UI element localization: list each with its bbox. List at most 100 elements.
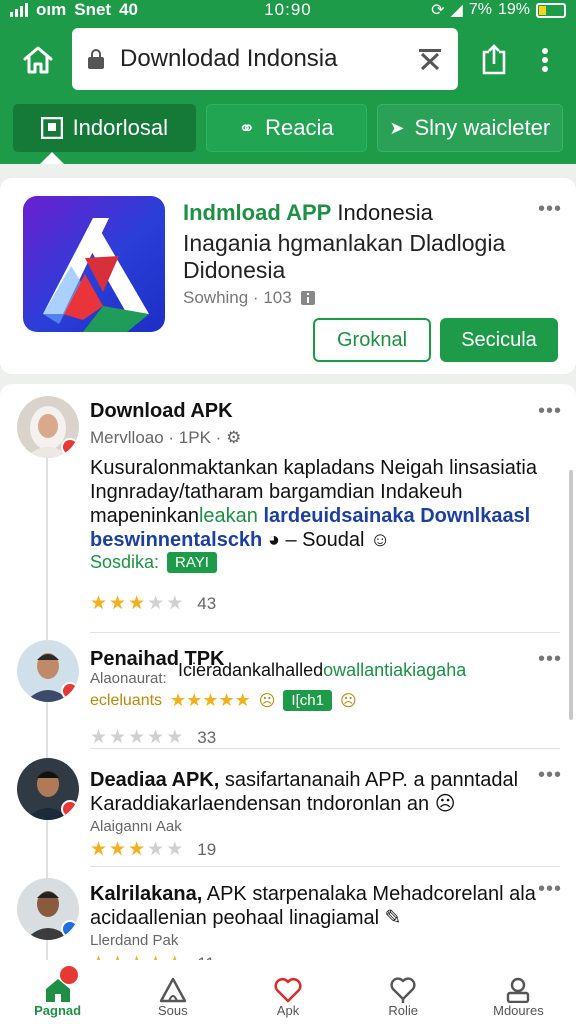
groknal-button[interactable]: Groknal — [313, 318, 431, 362]
app-subtitle: Inagania hgmanlakan Dladlogia Didonesia — [183, 230, 506, 283]
star-icon: ★ — [147, 839, 165, 860]
review-meta: Alaonaurat: — [90, 670, 167, 687]
nav-pagnad[interactable]: Pagnad — [0, 960, 115, 1024]
review-body: Kalrilakana, APK starpenalaka Mehadcorel… — [90, 883, 536, 929]
app-header: oım Snet 40 10:90 ⟳ ◢ 7% 19% Downlodad I… — [0, 0, 576, 164]
emoji-icon: ☹ — [434, 793, 456, 815]
inline-stars: ★★★★★ — [170, 690, 251, 710]
bottom-nav: Pagnad Sous Apk Rolie Mdoures — [0, 960, 576, 1024]
tag-chip[interactable]: RAYI — [167, 552, 217, 573]
emoji-icon: ☹ — [339, 692, 357, 710]
star-icon: ★ — [109, 727, 127, 748]
battery-icon — [536, 2, 566, 18]
tab-pointer — [40, 152, 64, 164]
star-icon: ★ — [166, 727, 184, 748]
star-icon: ★ — [166, 839, 184, 860]
clear-icon[interactable] — [416, 45, 444, 73]
star-rating: ★ ★ ★ ★ ★ 19 — [90, 839, 217, 860]
sync-icon: ⟳ — [431, 2, 445, 19]
tab-label: Indorlosal — [72, 115, 168, 140]
wifi-signal-icon: ◢ — [450, 2, 463, 19]
more-horiz-icon[interactable]: ••• — [538, 198, 562, 221]
color-wheel-icon: ◕ — [267, 529, 280, 551]
tab-label: Reacia — [265, 115, 334, 140]
lock-icon — [88, 49, 104, 69]
home-button[interactable] — [16, 38, 60, 82]
star-rating: ★ ★ ★ ★ ★ 33 — [90, 727, 217, 748]
tab-reacia[interactable]: ⚭ Reacia — [205, 104, 367, 152]
warning-icon — [159, 977, 186, 1003]
star-icon: ★ — [128, 593, 146, 614]
share-button[interactable] — [474, 40, 514, 80]
review-meta: Llerdand Pak — [90, 932, 179, 949]
star-icon: ★ — [109, 839, 127, 860]
nav-rolie[interactable]: Rolie — [346, 960, 461, 1024]
star-icon: ★ — [109, 593, 127, 614]
search-bar[interactable]: Downlodad Indonsia — [72, 28, 458, 90]
review-tag: ecleluants ★★★★★ ☹ I[ch1 ☹ — [90, 690, 357, 711]
clock: 10:90 — [264, 0, 312, 19]
heart-icon — [274, 977, 302, 1003]
star-icon: ★ — [90, 727, 108, 748]
home-icon — [23, 46, 53, 74]
scrollbar[interactable] — [569, 470, 573, 720]
emoji-icon: ☹ — [258, 692, 276, 710]
star-icon: ★ — [90, 839, 108, 860]
more-vert-icon — [542, 48, 548, 72]
favorite-icon — [390, 977, 416, 1003]
star-icon: ★ — [147, 727, 165, 748]
more-horiz-icon[interactable]: ••• — [538, 648, 562, 671]
secicula-button[interactable]: Secicula — [440, 318, 558, 362]
battery-pct: 19% — [497, 1, 530, 18]
verified-badge — [61, 682, 79, 700]
tag-chip[interactable]: I[ch1 — [283, 690, 332, 711]
avatar[interactable] — [17, 640, 79, 702]
star-icon: ★ — [166, 593, 184, 614]
share-icon — [482, 44, 506, 75]
verified-badge — [61, 438, 79, 456]
review-meta: Mervlloao · 1PK · ⚙ — [90, 428, 242, 447]
search-input[interactable]: Downlodad Indonsia — [120, 45, 416, 73]
app-meta: Sowhing · 103 — [183, 288, 316, 308]
pencil-icon: ✎ — [384, 907, 402, 929]
app-title: Indmload APP Indonesia — [183, 200, 433, 225]
star-icon: ★ — [128, 727, 146, 748]
review-meta: Alaigannı Aak — [90, 818, 182, 835]
avatar[interactable] — [17, 878, 79, 940]
link-icon: ⚭ — [238, 117, 256, 140]
review-body: Icieradankalhalledowallantiakiagaha — [178, 660, 467, 680]
star-icon: ★ — [90, 593, 108, 614]
nav-apk[interactable]: Apk — [230, 960, 345, 1024]
image-icon — [40, 117, 63, 139]
globe-icon: ⚙ — [226, 428, 242, 447]
divider — [90, 632, 560, 633]
profile-icon — [507, 977, 530, 1003]
divider — [90, 748, 560, 749]
nav-mdoures[interactable]: Mdoures — [461, 960, 576, 1024]
review-author: Download APK — [90, 400, 233, 422]
more-horiz-icon[interactable]: ••• — [538, 400, 562, 423]
tab-slny-waicleter[interactable]: ➤ Slny waicleter — [376, 104, 564, 152]
tab-label: Slny waicleter — [414, 115, 551, 140]
info-icon — [300, 291, 315, 305]
avatar[interactable] — [17, 758, 79, 820]
emoji-icon: ☺ — [370, 529, 391, 551]
status-bar: oım Snet 40 10:90 ⟳ ◢ 7% 19% — [0, 0, 576, 20]
network-label: Snet — [74, 0, 112, 19]
more-horiz-icon[interactable]: ••• — [538, 764, 562, 787]
notification-badge — [60, 966, 78, 984]
nav-sous[interactable]: Sous — [115, 960, 230, 1024]
reviews-list: Download APK Mervlloao · 1PK · ⚙ ••• Kus… — [0, 384, 576, 974]
more-horiz-icon[interactable]: ••• — [538, 878, 562, 901]
signal-pct: 7% — [468, 1, 492, 18]
review-body: Kusuralonmaktankan kapladans Neigah lins… — [90, 457, 537, 551]
star-rating: ★ ★ ★ ★ ★ 43 — [90, 593, 217, 614]
network-type-label: 40 — [119, 0, 138, 19]
overflow-menu-button[interactable] — [530, 40, 560, 80]
app-logo — [23, 196, 165, 332]
verified-badge — [61, 920, 79, 938]
avatar[interactable] — [17, 396, 79, 458]
tab-indorlosal[interactable]: Indorlosal — [13, 104, 196, 152]
divider — [90, 866, 560, 867]
review-tag: Sosdika: RAYI — [90, 552, 217, 573]
